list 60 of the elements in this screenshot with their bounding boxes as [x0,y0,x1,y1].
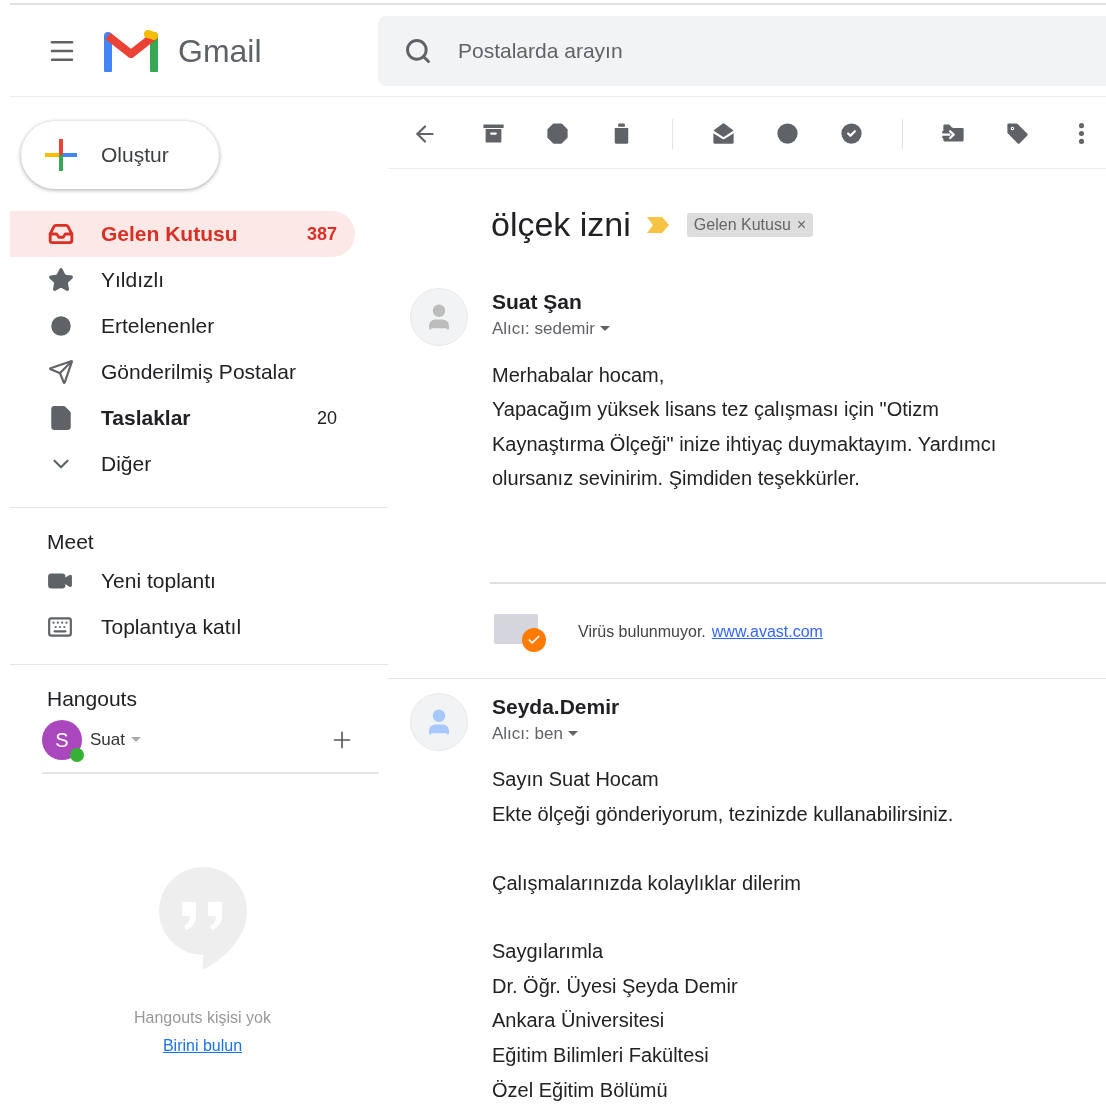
check-circle-icon[interactable] [838,120,865,147]
message-line: Ankara Üniversitesi [492,1008,666,1034]
nav-item[interactable]: Taslaklar 20 [10,395,355,441]
empty-text: Hangouts kişisi yok [134,1008,271,1028]
compose-button[interactable]: Oluştur [21,121,219,189]
nav-label: Taslaklar [101,405,191,432]
sender-name: Suat Şan [492,289,583,315]
plus-icon [43,137,79,173]
nav-item[interactable]: Gönderilmiş Postalar [10,349,355,395]
message-line: Eğitim Bilimleri Fakültesi [492,1042,710,1068]
message-line: Yapacağım yüksek lisans tez çalışması için "Otizm [492,397,940,423]
meet-item[interactable]: Toplantıya katıl [47,603,388,650]
user-avatar[interactable]: S [42,720,82,760]
message-line: Ekte ölçeği gönderiyorum, tezinizde kullanabilirsiniz. [492,801,954,827]
open-envelope-icon[interactable] [710,120,737,147]
nav-label: Yıldızlı [101,267,165,294]
find-link[interactable]: Birini bulun [162,1034,243,1058]
message-line: Dr. Öğr. Üyesi Şeyda Demir [492,973,739,999]
star-icon [48,267,74,293]
caret-icon[interactable] [566,729,579,738]
app-name: Gmail [178,31,262,71]
search-field[interactable]: Postalarda arayın [378,15,1106,86]
nav-item[interactable]: Ertelenenler [10,303,355,349]
message-line: Kaynaştırma Ölçeği" inize ihtiyaç duymaktayım. Yardımcı [492,431,997,457]
nav-label: Gönderilmiş Postalar [101,359,296,386]
nav-label: Ertelenenler [101,313,215,340]
message-line: Merhabalar hocam, [492,362,666,388]
recipient-text: Alıcı: ben [492,722,563,745]
gmail-logo-icon [104,29,158,72]
send-icon [48,359,74,385]
envelope-check-icon [494,611,546,652]
file-icon [48,405,74,431]
avast-link[interactable]: www.avast.com [711,619,823,644]
sender-name: Seyda.Demir [492,693,621,720]
signature-text: Virüs bulunmuyor. [578,621,706,642]
nav-item[interactable]: Diğer [10,441,355,487]
section-title: Hangouts [47,686,137,710]
nav-count: 20 [316,406,337,430]
email-subject: ölçek izni [491,204,631,245]
label-icon[interactable] [1004,120,1031,147]
nav-count: 387 [306,222,337,246]
message-line: Çalışmalarınızda kolaylıklar dilerim [492,870,802,896]
nav-item[interactable]: Yıldızlı [10,257,355,303]
message-line: Özel Eğitim Bölümü [492,1077,669,1103]
message-line: olursanız sevinirim. Şimdiden teşekkürler. [492,466,861,492]
search-icon[interactable] [404,36,432,65]
message-line: Sayın Suat Hocam [492,767,660,793]
meet-item[interactable]: Yeni toplantı [47,557,388,604]
nav-label: Gelen Kutusu [101,221,238,248]
nav-item[interactable]: Gelen Kutusu 387 [10,211,355,257]
message-line: Saygılarımla [492,939,605,965]
remove-label-button[interactable]: × [796,212,807,237]
recipient-text: Alıcı: sedemir [492,318,595,340]
user-name[interactable]: Suat [90,727,125,753]
inbox-icon [48,221,74,247]
importance-marker-icon[interactable] [646,216,669,233]
nav-label: Diğer [101,451,152,478]
label-text: Gelen Kutusu [693,214,791,235]
section-title: Meet [47,530,94,553]
caret-icon[interactable] [599,324,611,333]
